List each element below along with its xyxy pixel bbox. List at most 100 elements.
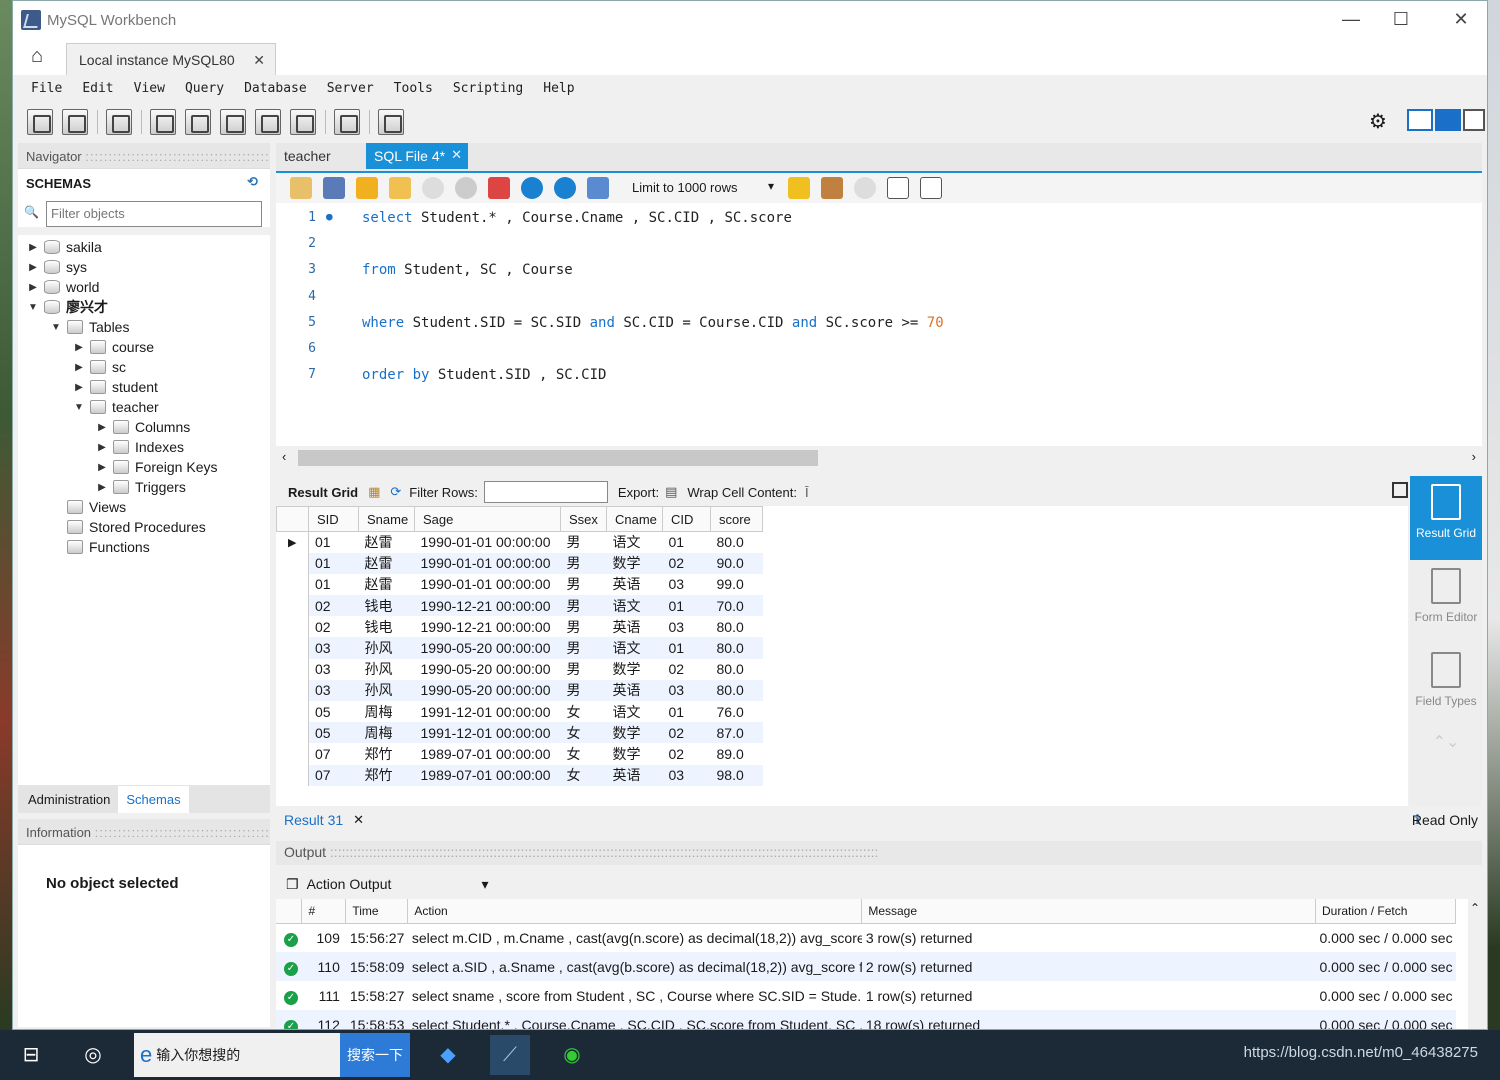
cell-sid[interactable]: 03: [308, 679, 359, 701]
scroll-arrows-icon[interactable]: ⌃⌄: [1410, 732, 1482, 752]
menu-item-scripting[interactable]: Scripting: [453, 81, 523, 96]
filter-rows-input[interactable]: [483, 481, 608, 503]
export-icon[interactable]: ▤: [665, 484, 677, 500]
output-cell[interactable]: 2 row(s) returned: [861, 952, 1316, 981]
tree-node-sakila[interactable]: ▶ sakila: [18, 237, 270, 257]
output-row[interactable]: ✓ 109 15:56:27 select m.CID , m.Cname , cas…: [276, 923, 1456, 952]
cell-sage[interactable]: 1989-07-01 00:00:00: [414, 764, 561, 786]
cell-sage[interactable]: 1991-12-01 00:00:00: [414, 722, 561, 744]
cell-ssex[interactable]: 女: [560, 764, 607, 786]
output-cell[interactable]: select m.CID , m.Cname , cast(avg(n.scor…: [408, 923, 862, 952]
output-column-header[interactable]: Action: [407, 899, 863, 924]
tree-node-triggers[interactable]: ▶ Triggers: [18, 477, 270, 497]
cell-ssex[interactable]: 男: [561, 532, 607, 553]
cell-sid[interactable]: 02: [308, 595, 359, 617]
cell-sid[interactable]: 01: [309, 532, 359, 553]
cell-ssex[interactable]: 女: [561, 743, 607, 764]
tree-node-views[interactable]: Views: [18, 497, 270, 517]
execute-icon[interactable]: [356, 177, 378, 199]
cell-cid[interactable]: 02: [663, 659, 711, 680]
editor-tab-sql-file[interactable]: SQL File 4* ✕: [366, 143, 468, 169]
cell-cid[interactable]: 03: [662, 764, 711, 786]
cell-sname[interactable]: 赵雷: [358, 552, 415, 574]
cell-sid[interactable]: 07: [309, 743, 359, 764]
menu-item-view[interactable]: View: [134, 81, 165, 96]
cell-ssex[interactable]: 男: [561, 574, 607, 595]
output-cell[interactable]: 15:58:27: [346, 981, 408, 1010]
add-snippet-icon[interactable]: [788, 177, 810, 199]
cell-sid[interactable]: 05: [308, 722, 359, 744]
stop-icon[interactable]: [455, 177, 477, 199]
cell-sname[interactable]: 郑竹: [359, 743, 415, 764]
inspector-icon[interactable]: [106, 109, 132, 135]
output-cell[interactable]: 15:58:09: [345, 952, 408, 981]
cell-score[interactable]: 80.0: [710, 679, 763, 701]
cell-ssex[interactable]: 女: [561, 701, 607, 722]
open-file-icon[interactable]: [290, 177, 312, 199]
cell-ssex[interactable]: 男: [560, 679, 607, 701]
tree-node-廖兴才[interactable]: ▼ 廖兴才: [18, 297, 270, 317]
cell-ssex[interactable]: 男: [561, 659, 607, 680]
side-result-grid-button[interactable]: Result Grid: [1410, 476, 1482, 560]
find-icon[interactable]: [854, 177, 876, 199]
grid-icon[interactable]: ▦: [368, 484, 380, 500]
filter-objects-input[interactable]: Filter objects: [46, 201, 262, 227]
cell-cname[interactable]: 英语: [606, 679, 663, 701]
autocommit-icon[interactable]: [587, 177, 609, 199]
cell-sage[interactable]: 1989-07-01 00:00:00: [415, 743, 561, 764]
expand-arrow-icon[interactable]: ▶: [95, 422, 109, 433]
cell-cid[interactable]: 01: [663, 532, 711, 553]
cell-cid[interactable]: 03: [663, 574, 711, 595]
cell-sage[interactable]: 1990-05-20 00:00:00: [414, 637, 561, 659]
table-row[interactable]: 01 赵雷 1990-01-01 00:00:00 男数学 02 90.0: [276, 552, 763, 574]
table-row[interactable]: 03 孙风 1990-05-20 00:00:00 男语文 01 80.0: [276, 637, 763, 659]
output-cell[interactable]: 0.000 sec / 0.000 sec: [1316, 923, 1456, 952]
cell-sid[interactable]: 02: [309, 616, 359, 637]
menu-item-database[interactable]: Database: [244, 81, 307, 96]
settings-icon[interactable]: ⚙: [1369, 109, 1387, 134]
cell-cname[interactable]: 语文: [607, 532, 663, 553]
output-row[interactable]: ✓ 112 15:58:53 select Student.* , Course.Cn…: [276, 1010, 1456, 1029]
cell-score[interactable]: 87.0: [710, 722, 763, 744]
menu-item-tools[interactable]: Tools: [394, 81, 433, 96]
expand-arrow-icon[interactable]: ▼: [49, 322, 63, 333]
feishu-icon[interactable]: ◆: [428, 1035, 468, 1075]
expand-arrow-icon[interactable]: ▶: [72, 382, 86, 393]
output-column-header[interactable]: Time: [345, 899, 409, 924]
maximize-button[interactable]: ☐: [1381, 9, 1421, 30]
new-sql-tab-icon[interactable]: [27, 109, 53, 135]
cell-cid[interactable]: 01: [662, 637, 711, 659]
create-schema-icon[interactable]: [150, 109, 176, 135]
tree-node-course[interactable]: ▶ course: [18, 337, 270, 357]
cell-cname[interactable]: 数学: [606, 722, 663, 744]
output-cell[interactable]: 0.000 sec / 0.000 sec: [1315, 952, 1456, 981]
sql-editor[interactable]: 1 ● select Student.* , Course.Cname , SC.C…: [276, 203, 1482, 446]
cell-cname[interactable]: 英语: [607, 574, 663, 595]
tree-node-tables[interactable]: ▼ Tables: [18, 317, 270, 337]
output-grid[interactable]: # Time Action Message Duration / Fetch ✓ 109 15…: [276, 899, 1468, 1029]
cell-sage[interactable]: 1990-01-01 00:00:00: [415, 532, 561, 553]
row-header[interactable]: [276, 658, 309, 680]
menu-item-server[interactable]: Server: [327, 81, 374, 96]
tree-node-columns[interactable]: ▶ Columns: [18, 417, 270, 437]
output-cell[interactable]: 18 row(s) returned: [861, 1010, 1316, 1029]
cell-ssex[interactable]: 男: [560, 637, 607, 659]
task-view-icon[interactable]: ⊟: [11, 1035, 51, 1075]
taskbar-search-box[interactable]: e 输入你想搜的: [134, 1033, 340, 1077]
create-table-icon[interactable]: [185, 109, 211, 135]
result-tab-label[interactable]: Result 31: [284, 812, 343, 828]
sql-line[interactable]: from Student, SC , Course: [362, 262, 573, 278]
refresh-schemas-icon[interactable]: ⟲: [247, 174, 258, 190]
cell-cid[interactable]: 02: [663, 743, 711, 764]
cell-sname[interactable]: 钱电: [359, 616, 415, 637]
column-header-cid[interactable]: CID: [662, 506, 711, 532]
cell-sage[interactable]: 1990-05-20 00:00:00: [415, 659, 561, 680]
cell-score[interactable]: 80.0: [711, 532, 763, 553]
explain-icon[interactable]: [422, 177, 444, 199]
output-cell[interactable]: 111: [302, 981, 346, 1010]
expand-arrow-icon[interactable]: ▶: [72, 342, 86, 353]
cell-cname[interactable]: 英语: [606, 764, 663, 786]
table-row[interactable]: 05 周梅 1991-12-01 00:00:00 女数学 02 87.0: [276, 722, 763, 744]
open-sql-script-icon[interactable]: [62, 109, 88, 135]
row-header[interactable]: [276, 616, 309, 638]
